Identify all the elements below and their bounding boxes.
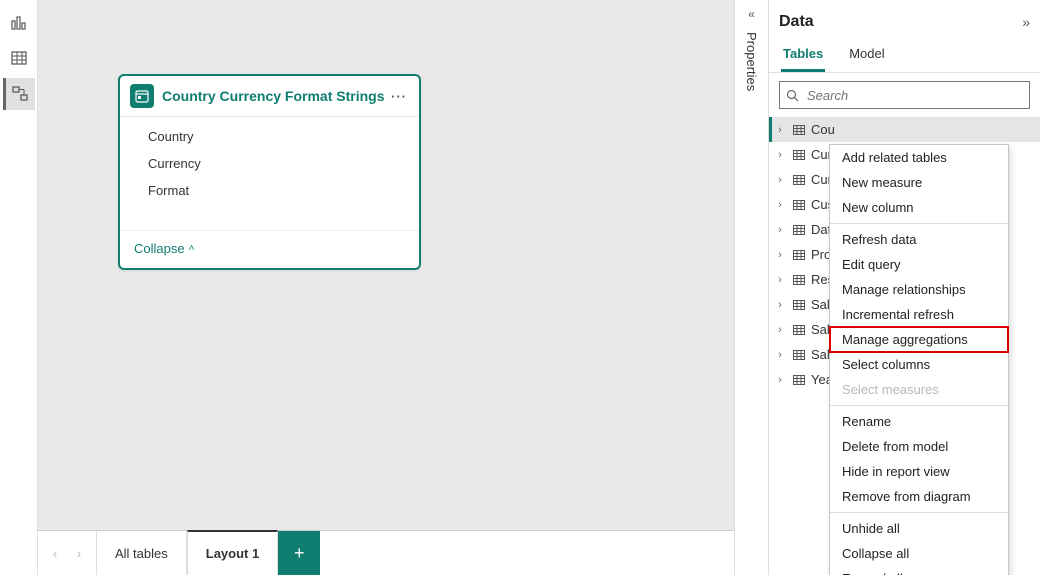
context-menu-item[interactable]: Expand all <box>830 566 1008 575</box>
table-icon <box>791 122 807 138</box>
context-menu-item[interactable]: Select columns <box>830 352 1008 377</box>
table-icon <box>791 222 807 238</box>
field-row[interactable]: Format <box>120 177 419 204</box>
chevron-up-icon: ˄ <box>189 243 195 254</box>
context-menu-item[interactable]: Delete from model <box>830 434 1008 459</box>
chevron-right-icon: › <box>773 174 787 186</box>
chevron-right-icon: › <box>773 374 787 386</box>
context-menu-separator <box>830 512 1008 513</box>
collapse-data-pane-button[interactable]: » <box>1022 14 1030 30</box>
context-menu-item[interactable]: Rename <box>830 409 1008 434</box>
collapse-card-button[interactable]: Collapse ˄ <box>120 230 419 268</box>
table-card-country-currency[interactable]: Country Currency Format Strings ··· Coun… <box>118 74 421 270</box>
search-icon <box>786 89 799 102</box>
bar-chart-icon <box>10 13 28 31</box>
table-icon <box>791 347 807 363</box>
table-grid-icon <box>10 49 28 67</box>
search-box[interactable] <box>779 81 1030 109</box>
table-list-item[interactable]: › Cou <box>769 117 1040 142</box>
add-layout-button[interactable]: + <box>278 531 320 575</box>
table-icon <box>791 147 807 163</box>
chevron-right-icon: › <box>773 274 787 286</box>
table-icon <box>791 372 807 388</box>
table-name-label: Sal <box>811 347 830 362</box>
chevron-right-icon: › <box>773 124 787 136</box>
chevron-double-left-icon: « <box>748 7 755 21</box>
data-pane-tabs: Tables Model <box>769 38 1040 73</box>
context-menu-item[interactable]: New column <box>830 195 1008 220</box>
tab-scroll-right[interactable]: › <box>68 538 90 568</box>
table-card-fields: Country Currency Format <box>120 117 419 210</box>
context-menu-item[interactable]: Add related tables <box>830 145 1008 170</box>
chevron-right-icon: › <box>773 149 787 161</box>
context-menu-item[interactable]: Hide in report view <box>830 459 1008 484</box>
layout-tab-layout1[interactable]: Layout 1 <box>187 530 278 575</box>
chevron-right-icon: › <box>773 349 787 361</box>
table-name-label: Sal <box>811 322 830 337</box>
table-icon <box>791 297 807 313</box>
context-menu-item[interactable]: Remove from diagram <box>830 484 1008 509</box>
view-rail <box>0 0 38 575</box>
expand-properties-button[interactable]: « <box>735 0 768 28</box>
calendar-table-icon <box>130 84 154 108</box>
chevron-right-icon: › <box>773 199 787 211</box>
table-card-more-button[interactable]: ··· <box>389 89 409 104</box>
table-icon <box>791 272 807 288</box>
data-view-button[interactable] <box>3 42 35 74</box>
field-row[interactable]: Currency <box>120 150 419 177</box>
properties-label: Properties <box>744 32 759 91</box>
chevron-right-icon: › <box>773 224 787 236</box>
table-icon <box>791 322 807 338</box>
context-menu-item[interactable]: Collapse all <box>830 541 1008 566</box>
table-icon <box>791 247 807 263</box>
chevron-right-icon: › <box>773 324 787 336</box>
context-menu-item: Select measures <box>830 377 1008 402</box>
context-menu-separator <box>830 223 1008 224</box>
tab-scroll-left[interactable]: ‹ <box>44 538 66 568</box>
field-row[interactable]: Country <box>120 123 419 150</box>
context-menu-item[interactable]: Manage aggregations <box>830 327 1008 352</box>
context-menu-item[interactable]: New measure <box>830 170 1008 195</box>
layout-tab-all-tables[interactable]: All tables <box>96 531 187 575</box>
model-diagram-icon <box>11 85 29 103</box>
data-pane-title: Data <box>779 13 814 31</box>
data-tab-model[interactable]: Model <box>847 38 886 72</box>
table-context-menu: Add related tablesNew measureNew column R… <box>829 144 1009 575</box>
report-view-button[interactable] <box>3 6 35 38</box>
context-menu-item[interactable]: Refresh data <box>830 227 1008 252</box>
table-card-header[interactable]: Country Currency Format Strings ··· <box>120 76 419 117</box>
table-icon <box>791 197 807 213</box>
model-canvas[interactable]: Country Currency Format Strings ··· Coun… <box>38 0 734 575</box>
table-name-label: Sal <box>811 297 830 312</box>
layout-tab-bar: ‹ › All tables Layout 1 + <box>38 530 734 575</box>
chevron-right-icon: › <box>773 299 787 311</box>
table-name-label: Cou <box>811 122 835 137</box>
context-menu-item[interactable]: Incremental refresh <box>830 302 1008 327</box>
model-view-button[interactable] <box>3 78 35 110</box>
chevron-right-icon: › <box>773 249 787 261</box>
table-card-title: Country Currency Format Strings <box>162 88 389 104</box>
context-menu-item[interactable]: Edit query <box>830 252 1008 277</box>
table-icon <box>791 172 807 188</box>
chevron-double-right-icon: » <box>1022 14 1030 30</box>
properties-pane-collapsed: « Properties <box>734 0 768 575</box>
search-input[interactable] <box>805 87 1023 104</box>
context-menu-item[interactable]: Unhide all <box>830 516 1008 541</box>
context-menu-item[interactable]: Manage relationships <box>830 277 1008 302</box>
data-tab-tables[interactable]: Tables <box>781 38 825 72</box>
context-menu-separator <box>830 405 1008 406</box>
